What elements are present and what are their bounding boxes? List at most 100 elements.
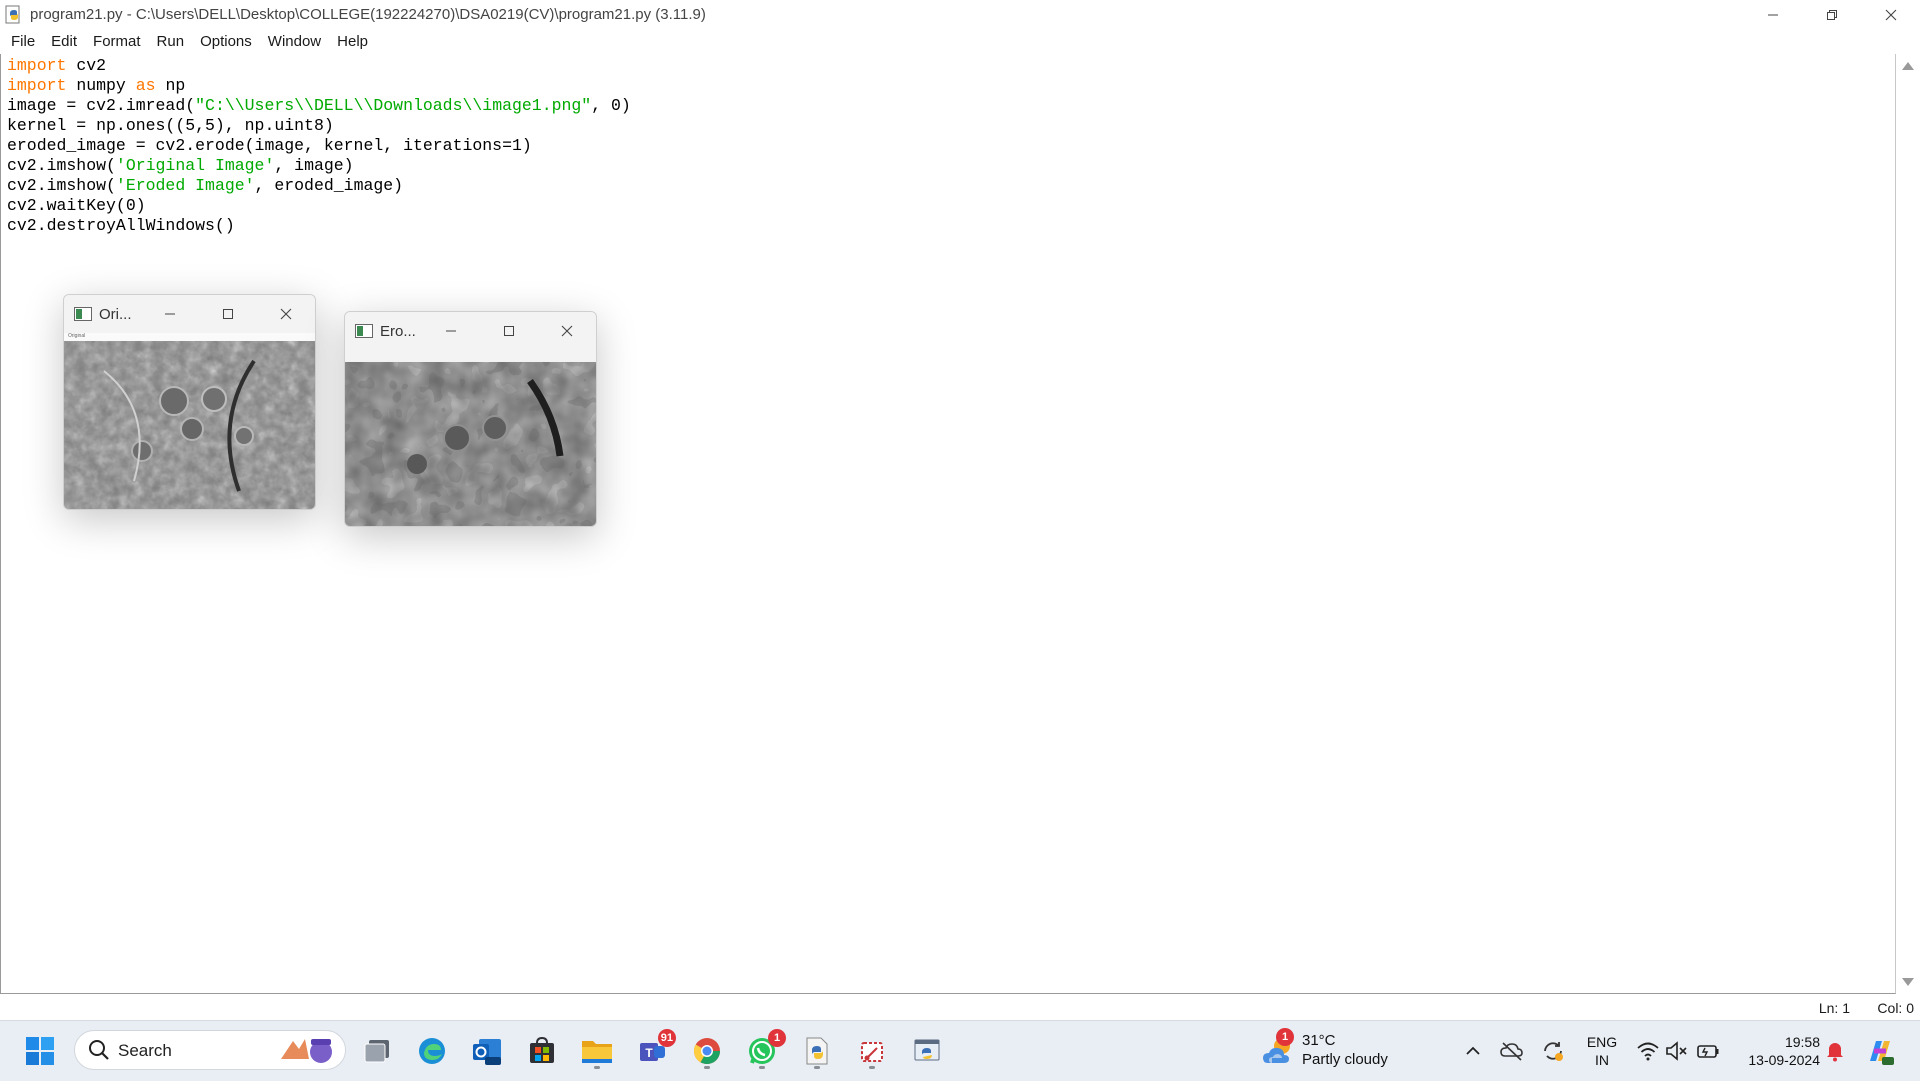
close-icon bbox=[561, 325, 573, 337]
eroded-image bbox=[345, 356, 596, 526]
copilot-icon[interactable] bbox=[1864, 1035, 1896, 1067]
code-line[interactable]: cv2.imshow('Original Image', image) bbox=[7, 156, 1895, 176]
region-code: IN bbox=[1595, 1052, 1609, 1068]
taskbar-search[interactable]: Search bbox=[74, 1030, 346, 1070]
code-keyword: as bbox=[135, 76, 156, 95]
original-maximize-button[interactable] bbox=[199, 295, 257, 333]
menu-file[interactable]: File bbox=[3, 29, 43, 54]
chevron-up-icon[interactable] bbox=[1464, 1042, 1482, 1060]
code-string: 'Eroded Image' bbox=[115, 176, 255, 195]
original-minimize-button[interactable] bbox=[141, 295, 199, 333]
minimize-button[interactable] bbox=[1743, 0, 1802, 29]
wifi-icon[interactable] bbox=[1636, 1041, 1660, 1061]
code-line[interactable]: kernel = np.ones((5,5), np.uint8) bbox=[7, 116, 1895, 136]
code-token: numpy bbox=[66, 76, 136, 95]
language-code: ENG bbox=[1586, 1034, 1618, 1050]
original-image-window[interactable]: Ori... Original bbox=[63, 294, 316, 510]
clock-date: 13-09-2024 bbox=[1748, 1052, 1820, 1068]
vertical-scrollbar[interactable] bbox=[1896, 54, 1920, 994]
close-icon bbox=[1885, 9, 1896, 20]
code-token: np bbox=[155, 76, 186, 95]
menu-edit[interactable]: Edit bbox=[43, 29, 85, 54]
code-text[interactable]: import cv2 import numpy as np image = cv2.… bbox=[1, 54, 1895, 236]
onedrive-offline-icon[interactable] bbox=[1500, 1040, 1524, 1062]
python-idle-taskbar-icon bbox=[914, 1039, 940, 1061]
menu-run[interactable]: Run bbox=[149, 29, 193, 54]
original-image bbox=[64, 341, 315, 509]
python-file-icon bbox=[806, 1037, 828, 1065]
code-editor[interactable]: import cv2 import numpy as np image = cv2.… bbox=[0, 54, 1896, 994]
code-line[interactable]: import numpy as np bbox=[7, 76, 1895, 96]
restore-button[interactable] bbox=[1802, 0, 1861, 29]
code-token: kernel = np.ones((5,5), np.uint8) bbox=[7, 116, 334, 135]
code-line[interactable]: image = cv2.imread("C:\\Users\\DELL\\Dow… bbox=[7, 96, 1895, 116]
eroded-image-window[interactable]: Ero... bbox=[344, 311, 597, 527]
code-token: , eroded_image) bbox=[254, 176, 404, 195]
eroded-minimize-button[interactable] bbox=[422, 312, 480, 350]
clock-time: 19:58 bbox=[1784, 1034, 1820, 1050]
code-keyword: import bbox=[7, 76, 67, 95]
start-button[interactable] bbox=[20, 1031, 60, 1071]
window-title: program21.py - C:\Users\DELL\Desktop\COL… bbox=[30, 6, 706, 23]
menu-window[interactable]: Window bbox=[260, 29, 329, 54]
original-inner-title: Original bbox=[68, 333, 86, 339]
code-line[interactable]: cv2.destroyAllWindows() bbox=[7, 216, 1895, 236]
scroll-up-icon[interactable] bbox=[1902, 62, 1914, 70]
language-indicator[interactable]: ENG IN bbox=[1580, 1033, 1624, 1069]
running-indicator bbox=[594, 1066, 600, 1069]
speaker-muted-icon[interactable] bbox=[1665, 1041, 1689, 1061]
original-window-titlebar[interactable]: Ori... bbox=[64, 295, 315, 333]
menu-help[interactable]: Help bbox=[329, 29, 376, 54]
code-token: image = cv2.imread( bbox=[7, 96, 196, 115]
code-token: cv2 bbox=[66, 56, 107, 75]
weather-widget[interactable]: 1 31°C Partly cloudy bbox=[1262, 1028, 1412, 1072]
menu-options[interactable]: Options bbox=[192, 29, 260, 54]
original-inner-toolbar: Original bbox=[64, 333, 315, 341]
eroded-window-titlebar[interactable]: Ero... bbox=[345, 312, 596, 350]
code-string: "C:\\Users\\DELL\\Downloads\\image1.png" bbox=[195, 96, 592, 115]
menu-format[interactable]: Format bbox=[85, 29, 149, 54]
code-token: cv2.imshow( bbox=[7, 176, 116, 195]
minimize-icon bbox=[1767, 14, 1778, 15]
original-close-button[interactable] bbox=[257, 295, 315, 333]
whatsapp-button[interactable]: 1 bbox=[742, 1029, 786, 1071]
restore-icon bbox=[1826, 9, 1837, 20]
teams-badge: 91 bbox=[657, 1029, 676, 1047]
status-column: Col: 0 bbox=[1877, 1000, 1914, 1016]
scroll-down-icon[interactable] bbox=[1902, 978, 1914, 986]
notification-bell-icon[interactable] bbox=[1825, 1040, 1845, 1062]
python-idle-taskbar-button[interactable] bbox=[907, 1031, 947, 1071]
clock[interactable]: 19:58 13-09-2024 bbox=[1730, 1033, 1820, 1069]
eroded-maximize-button[interactable] bbox=[480, 312, 538, 350]
teams-button[interactable]: T 91 bbox=[632, 1029, 676, 1071]
menu-bar: File Edit Format Run Options Window Help bbox=[0, 29, 1920, 55]
code-line[interactable]: cv2.waitKey(0) bbox=[7, 196, 1895, 216]
original-window-title: Ori... bbox=[99, 305, 132, 323]
weather-description: Partly cloudy bbox=[1302, 1051, 1388, 1068]
file-explorer-button[interactable] bbox=[577, 1031, 617, 1071]
chrome-button[interactable] bbox=[687, 1031, 727, 1071]
code-line[interactable]: import cv2 bbox=[7, 56, 1895, 76]
code-token: cv2.imshow( bbox=[7, 156, 116, 175]
weather-badge: 1 bbox=[1276, 1028, 1294, 1046]
battery-icon[interactable] bbox=[1696, 1041, 1720, 1061]
code-token: , image) bbox=[274, 156, 354, 175]
task-view-button[interactable] bbox=[357, 1031, 397, 1071]
running-indicator bbox=[814, 1066, 820, 1069]
code-keyword: import bbox=[7, 56, 67, 75]
minimize-icon bbox=[446, 330, 456, 332]
search-highlight-icon bbox=[281, 1039, 332, 1063]
python-file-button[interactable] bbox=[797, 1031, 837, 1071]
edge-icon bbox=[419, 1038, 445, 1064]
edge-button[interactable] bbox=[412, 1031, 452, 1071]
store-button[interactable] bbox=[522, 1031, 562, 1071]
code-line[interactable]: eroded_image = cv2.erode(image, kernel, … bbox=[7, 136, 1895, 156]
eroded-close-button[interactable] bbox=[538, 312, 596, 350]
code-line[interactable]: cv2.imshow('Eroded Image', eroded_image) bbox=[7, 176, 1895, 196]
svg-text:T: T bbox=[645, 1046, 653, 1060]
chrome-icon bbox=[693, 1038, 721, 1065]
close-button[interactable] bbox=[1861, 0, 1920, 29]
snipping-tool-button[interactable] bbox=[852, 1031, 892, 1071]
outlook-button[interactable] bbox=[467, 1031, 507, 1071]
sync-icon[interactable] bbox=[1541, 1039, 1565, 1063]
